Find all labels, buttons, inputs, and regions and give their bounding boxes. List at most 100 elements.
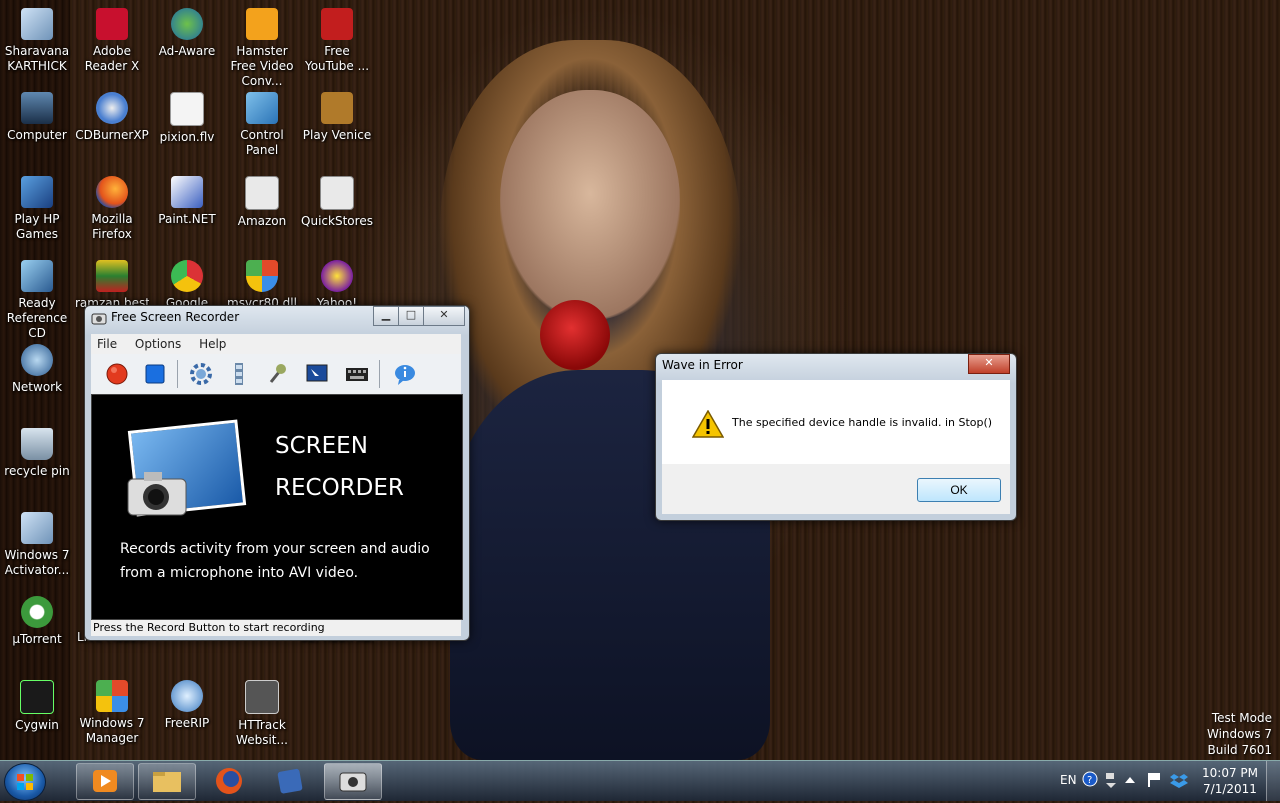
desktop-icon-label: Sharavana KARTHICK — [4, 44, 70, 73]
menu-options[interactable]: Options — [135, 337, 181, 351]
microphone-icon[interactable] — [265, 362, 289, 386]
utorrent-icon — [21, 596, 53, 628]
freerip-icon — [171, 680, 203, 712]
desktop-icon[interactable]: Play HP Games — [0, 176, 74, 242]
desktop-icon[interactable]: FreeRIP — [150, 680, 224, 731]
desktop-icon[interactable]: Mozilla Firefox — [75, 176, 149, 242]
menu-help[interactable]: Help — [199, 337, 226, 351]
cdburner-icon — [96, 92, 128, 124]
toolbar — [91, 354, 461, 395]
recorder-banner: SCREEN RECORDER Records activity from yo… — [91, 394, 463, 620]
maximize-button[interactable]: □ — [398, 306, 424, 326]
show-desktop-button[interactable] — [1266, 761, 1280, 801]
desktop-icon[interactable]: Play Venice — [300, 92, 374, 143]
ad-aware-icon — [171, 8, 203, 40]
desktop-icon[interactable]: Google — [150, 260, 224, 311]
desktop-icon[interactable]: HTTrack Websit... — [225, 680, 299, 748]
image-file-icon — [96, 260, 128, 292]
desktop-icon[interactable]: Cygwin — [0, 680, 74, 733]
desktop-icon[interactable]: ramzan best — [75, 260, 149, 311]
desktop-icon[interactable]: Adobe Reader X — [75, 8, 149, 74]
menu-bar: File Options Help — [91, 334, 461, 354]
play-venice-icon — [321, 92, 353, 124]
desktop-icon[interactable]: Free YouTube ... — [300, 8, 374, 74]
user-folder-icon — [21, 8, 53, 40]
dialog-body: The specified device handle is invalid. … — [662, 380, 1010, 464]
desktop-icon[interactable]: Network — [0, 344, 74, 395]
dropbox-icon[interactable] — [1170, 771, 1188, 789]
taskbar-hp-app[interactable] — [262, 763, 320, 800]
taskbar-firefox[interactable] — [200, 763, 258, 800]
desktop-icon[interactable]: Sharavana KARTHICK — [0, 8, 74, 74]
desktop-icon-label: Play HP Games — [14, 212, 60, 241]
start-button[interactable] — [4, 763, 46, 801]
help-icon[interactable]: ? — [1082, 771, 1098, 787]
info-icon[interactable] — [393, 362, 417, 386]
status-bar: Press the Record Button to start recordi… — [91, 620, 461, 636]
desktop-icon[interactable]: CDBurnerXP — [75, 92, 149, 143]
keyboard-icon[interactable] — [345, 362, 369, 386]
language-indicator[interactable]: EN — [1060, 773, 1077, 787]
clock-date: 7/1/2011 — [1203, 782, 1257, 796]
menu-file[interactable]: File — [97, 337, 117, 351]
screen-recorder-window[interactable]: Free Screen Recorder ▁ □ ✕ File Options … — [84, 305, 470, 641]
desktop-icon-label: Amazon — [237, 214, 287, 228]
windows-activator-icon — [21, 512, 53, 544]
desktop-icon[interactable]: µTorrent — [0, 596, 74, 647]
paint-net-icon — [171, 176, 203, 208]
desktop-icon[interactable]: Yahoo! — [300, 260, 374, 311]
error-message: The specified device handle is invalid. … — [732, 416, 993, 429]
watermark-line: Build 7601 — [1207, 743, 1272, 757]
desktop-icon[interactable]: Control Panel — [225, 92, 299, 158]
hamster-video-icon — [246, 8, 278, 40]
firefox-icon — [216, 768, 242, 794]
desktop-icon[interactable]: Windows 7 Activator... — [0, 512, 74, 578]
action-center-flag-icon[interactable] — [1146, 771, 1162, 789]
desktop-icon-label: Play Venice — [302, 128, 372, 142]
desktop-icon[interactable]: Ready Reference CD — [0, 260, 74, 341]
close-button[interactable]: ✕ — [968, 354, 1010, 374]
minimize-button[interactable]: ▁ — [373, 306, 399, 326]
control-panel-icon — [246, 92, 278, 124]
chrome-icon — [171, 260, 203, 292]
desktop-icon-label: Computer — [7, 128, 67, 142]
network-icon — [21, 344, 53, 376]
close-button[interactable]: ✕ — [423, 306, 465, 326]
record-icon[interactable] — [105, 362, 129, 386]
screen-region-icon[interactable] — [305, 362, 329, 386]
taskbar-media-player[interactable] — [76, 763, 134, 800]
desktop-icon[interactable]: msvcr80.dll — [225, 260, 299, 311]
film-icon[interactable] — [227, 362, 251, 386]
quickstores-icon — [320, 176, 354, 210]
desktop-icon[interactable]: Paint.NET — [150, 176, 224, 227]
desktop-icon[interactable]: pixion.flv — [150, 92, 224, 145]
taskbar-explorer[interactable] — [138, 763, 196, 800]
settings-gear-icon[interactable] — [189, 362, 213, 386]
desktop-icon[interactable]: QuickStores — [300, 176, 374, 229]
chevron-up-icon[interactable] — [1124, 775, 1136, 785]
camera-icon — [91, 313, 107, 325]
desktop-icon[interactable]: Ad-Aware — [150, 8, 224, 59]
stop-icon[interactable] — [143, 362, 167, 386]
desktop-icon[interactable]: Hamster Free Video Conv... — [225, 8, 299, 89]
desktop-icon[interactable]: recycle pin — [0, 428, 74, 479]
desktop-icon-label: Hamster Free Video Conv... — [230, 44, 294, 88]
desktop-icon[interactable]: Windows 7 Manager — [75, 680, 149, 746]
desktop-icon-label: Mozilla Firefox — [91, 212, 133, 241]
error-dialog[interactable]: Wave in Error ✕ The specified device han… — [655, 353, 1017, 521]
recycle-bin-icon — [21, 428, 53, 460]
adobe-reader-icon — [96, 8, 128, 40]
taskbar: EN ? 10:07 PM 7/1/2011 — [0, 760, 1280, 801]
banner-title-line1: SCREEN — [275, 433, 368, 459]
desktop-icon[interactable]: Amazon — [225, 176, 299, 229]
taskbar-screen-recorder[interactable] — [324, 763, 382, 800]
toolbar-separator — [177, 360, 178, 388]
windows7-manager-icon — [96, 680, 128, 712]
network-tray-icon[interactable] — [1104, 771, 1118, 789]
desktop-icon[interactable]: Computer — [0, 92, 74, 143]
test-mode-watermark: Test Mode Windows 7 Build 7601 — [1207, 710, 1272, 758]
camera-icon — [127, 472, 187, 516]
ok-button[interactable]: OK — [917, 478, 1001, 502]
computer-icon — [21, 92, 53, 124]
clock[interactable]: 10:07 PM 7/1/2011 — [1196, 765, 1264, 797]
